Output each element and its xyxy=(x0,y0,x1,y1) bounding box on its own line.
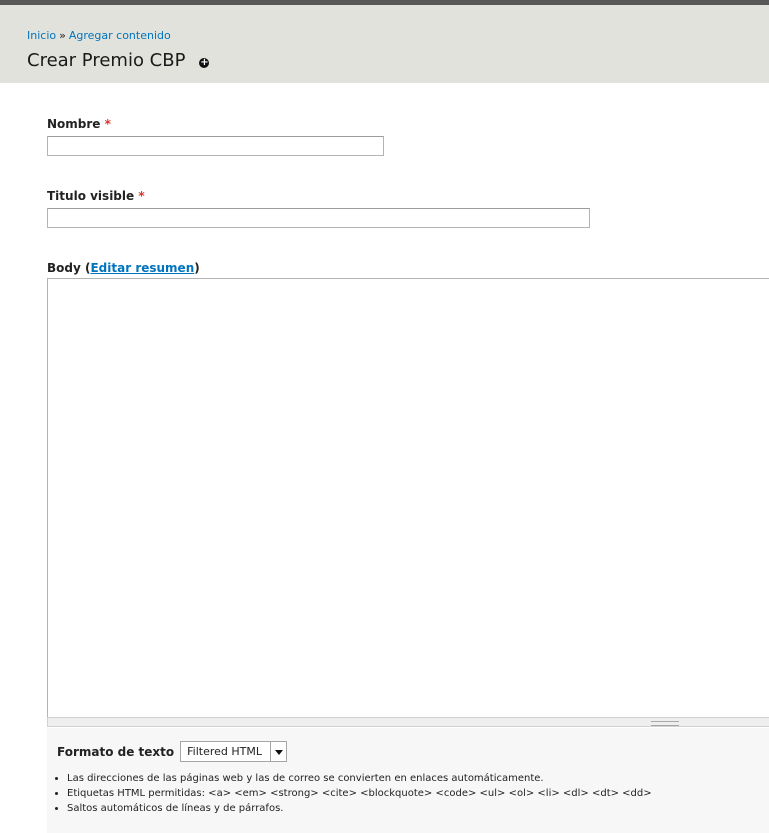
titulo-visible-input[interactable] xyxy=(47,208,590,228)
page-header: Inicio» Agregar contenido Crear Premio CB… xyxy=(0,0,769,83)
page-title-text: Crear Premio CBP xyxy=(27,50,186,71)
nombre-field: Nombre * xyxy=(47,117,384,156)
filter-tips: Las direcciones de las páginas web y las… xyxy=(57,771,652,816)
breadcrumb-add-content-link[interactable]: Agregar contenido xyxy=(69,29,171,42)
text-format-label: Formato de texto xyxy=(57,744,175,759)
filter-tip: Saltos automáticos de líneas y de párraf… xyxy=(67,801,652,816)
text-format-selected: Filtered HTML xyxy=(187,745,262,758)
titulo-visible-label: Titulo visible * xyxy=(47,189,145,203)
textarea-resize-handle[interactable] xyxy=(47,717,769,727)
page-title: Crear Premio CBP + xyxy=(27,50,210,71)
filter-tip: Etiquetas HTML permitidas: <a> <em> <str… xyxy=(67,786,652,801)
text-format-wrapper: Formato de texto Filtered HTML Las direc… xyxy=(47,728,769,833)
breadcrumb-home-link[interactable]: Inicio xyxy=(27,29,56,42)
filter-tip: Las direcciones de las páginas web y las… xyxy=(67,771,652,786)
text-format-select[interactable]: Filtered HTML xyxy=(180,741,287,762)
dropdown-arrow-icon xyxy=(270,742,286,761)
required-marker: * xyxy=(138,189,145,203)
text-format-row: Formato de texto Filtered HTML xyxy=(57,741,287,762)
editar-resumen-link[interactable]: Editar resumen xyxy=(90,261,194,275)
nombre-label: Nombre * xyxy=(47,117,111,131)
nombre-input[interactable] xyxy=(47,136,384,156)
body-textarea[interactable] xyxy=(47,278,769,718)
grip-icon xyxy=(651,721,679,726)
breadcrumb: Inicio» Agregar contenido xyxy=(27,29,171,42)
body-label: Body (Editar resumen) xyxy=(47,261,200,275)
required-marker: * xyxy=(104,117,111,131)
breadcrumb-separator: » xyxy=(59,29,66,42)
plus-circle-icon[interactable]: + xyxy=(199,57,210,68)
titulo-visible-field: Titulo visible * xyxy=(47,189,590,228)
